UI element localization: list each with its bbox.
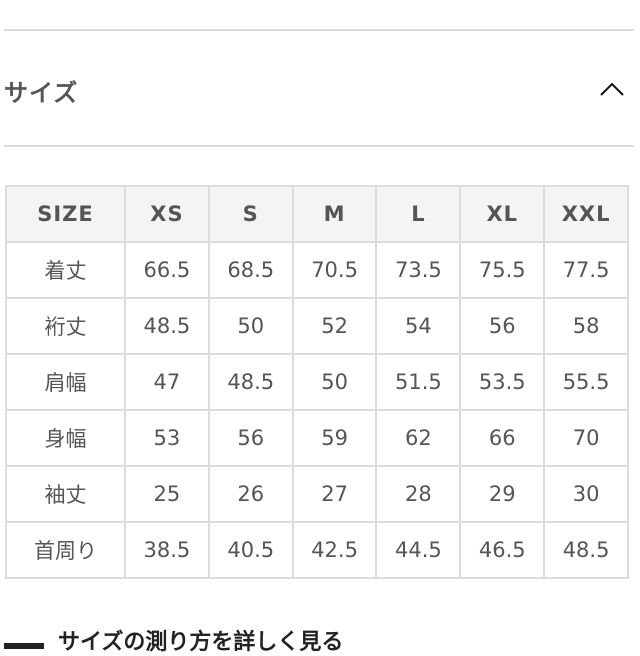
table-cell: 46.5 [459, 521, 546, 579]
row-label: 首周り [5, 521, 126, 579]
table-cell: 51.5 [375, 353, 462, 411]
table-cell: 75.5 [459, 241, 546, 299]
measurement-guide-label: サイズの測り方を詳しく見る [58, 630, 344, 655]
table-cell: 30 [543, 465, 629, 523]
row-label: 袖丈 [5, 465, 126, 523]
table-cell: 56 [459, 297, 546, 355]
row-label: 裄丈 [5, 297, 126, 355]
row-label: 着丈 [5, 241, 126, 299]
table-cell: 70 [543, 409, 629, 467]
table-cell: 27 [291, 465, 378, 523]
header-size: S [207, 185, 294, 243]
table-cell: 59 [291, 409, 378, 467]
table-row: 袖丈 25 26 27 28 29 30 [5, 465, 629, 523]
table-cell: 28 [375, 465, 462, 523]
header-size: XXL [543, 185, 629, 243]
table-cell: 58 [543, 297, 629, 355]
section-title: サイズ [4, 78, 79, 107]
table-cell: 53.5 [459, 353, 546, 411]
header-size-label: SIZE [5, 185, 126, 243]
chevron-up-icon[interactable] [598, 76, 626, 104]
table-row: 首周り 38.5 40.5 42.5 44.5 46.5 48.5 [5, 521, 629, 579]
table-cell: 48.5 [207, 353, 294, 411]
table-cell: 48.5 [543, 521, 629, 579]
table-cell: 50 [291, 353, 378, 411]
header-size: M [291, 185, 378, 243]
table-cell: 73.5 [375, 241, 462, 299]
table-cell: 48.5 [124, 297, 210, 355]
table-cell: 25 [124, 465, 210, 523]
table-cell: 54 [375, 297, 462, 355]
table-cell: 47 [124, 353, 210, 411]
table-row: 裄丈 48.5 50 52 54 56 58 [5, 297, 629, 355]
size-section-toggle[interactable]: サイズ [4, 60, 634, 120]
table-cell: 42.5 [291, 521, 378, 579]
section-divider [4, 145, 634, 147]
table-cell: 53 [124, 409, 210, 467]
header-size: L [375, 185, 462, 243]
row-label: 身幅 [5, 409, 126, 467]
table-cell: 44.5 [375, 521, 462, 579]
table-cell: 68.5 [207, 241, 294, 299]
top-divider [4, 29, 634, 31]
table-cell: 29 [459, 465, 546, 523]
table-cell: 50 [207, 297, 294, 355]
table-cell: 77.5 [543, 241, 629, 299]
header-size: XS [124, 185, 210, 243]
measurement-guide-link[interactable]: サイズの測り方を詳しく見る [4, 624, 343, 656]
size-table: SIZE XS S M L XL XXL 着丈 66.5 68.5 70.5 73.5 7… [5, 185, 629, 579]
table-row: 着丈 66.5 68.5 70.5 73.5 75.5 77.5 [5, 241, 629, 299]
table-cell: 66.5 [124, 241, 210, 299]
table-cell: 38.5 [124, 521, 210, 579]
table-row: 肩幅 47 48.5 50 51.5 53.5 55.5 [5, 353, 629, 411]
table-cell: 70.5 [291, 241, 378, 299]
table-cell: 62 [375, 409, 462, 467]
header-size: XL [459, 185, 546, 243]
table-cell: 56 [207, 409, 294, 467]
table-row: 身幅 53 56 59 62 66 70 [5, 409, 629, 467]
table-cell: 66 [459, 409, 546, 467]
table-header-row: SIZE XS S M L XL XXL [5, 185, 629, 243]
table-cell: 52 [291, 297, 378, 355]
table-cell: 55.5 [543, 353, 629, 411]
ruler-icon [4, 643, 44, 649]
row-label: 肩幅 [5, 353, 126, 411]
table-cell: 26 [207, 465, 294, 523]
table-cell: 40.5 [207, 521, 294, 579]
